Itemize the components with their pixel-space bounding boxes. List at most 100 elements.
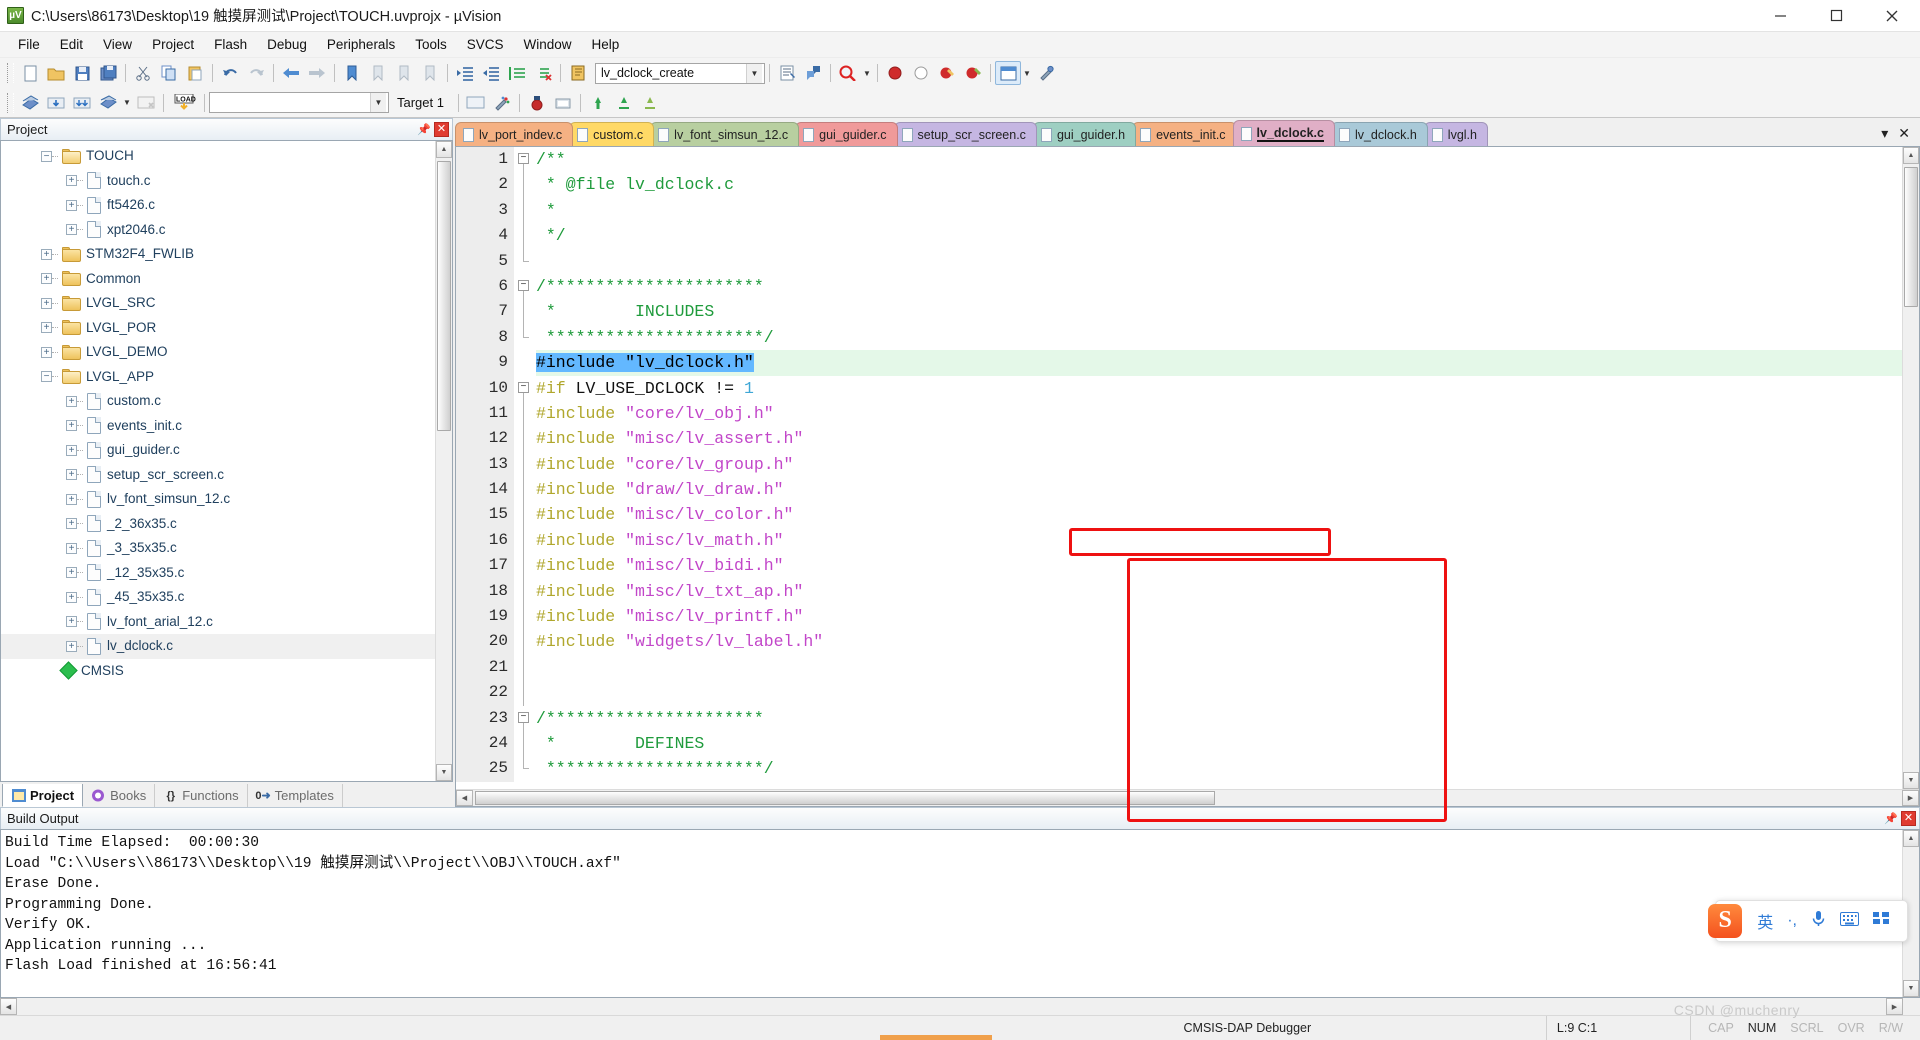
tree-item-gui-guider-c[interactable]: + gui_guider.c <box>1 438 435 463</box>
tree-item-lvgl-src[interactable]: + LVGL_SRC <box>1 291 435 316</box>
code-line[interactable]: 9 #include "lv_dclock.h" <box>456 350 1902 376</box>
comment-icon[interactable] <box>504 61 530 85</box>
close-button[interactable] <box>1864 0 1920 32</box>
scroll-thumb[interactable] <box>437 161 451 431</box>
tree-item-lv-font-arial-12-c[interactable]: + lv_font_arial_12.c <box>1 610 435 635</box>
tree-item-lv-font-simsun-12-c[interactable]: + lv_font_simsun_12.c <box>1 487 435 512</box>
apps-icon[interactable] <box>1866 911 1897 931</box>
tree-item-touch[interactable]: − TOUCH <box>1 144 435 169</box>
menu-peripherals[interactable]: Peripherals <box>317 34 405 55</box>
fold-column[interactable] <box>514 324 536 351</box>
menu-help[interactable]: Help <box>582 34 630 55</box>
fold-column[interactable] <box>514 730 536 757</box>
redo-icon[interactable] <box>243 61 269 85</box>
code-line[interactable]: 13 #include "core/lv_group.h" <box>456 451 1902 478</box>
tree-item-setup-scr-screen-c[interactable]: + setup_scr_screen.c <box>1 463 435 488</box>
fold-column[interactable] <box>514 604 536 630</box>
browse-code-icon[interactable] <box>565 61 591 85</box>
code-text[interactable] <box>536 655 1902 680</box>
bookmark-next-icon[interactable] <box>391 61 417 85</box>
code-text[interactable]: #include "core/lv_obj.h" <box>536 401 1902 426</box>
code-text[interactable]: #if LV_USE_DCLOCK != 1 <box>536 376 1902 401</box>
tree-item-lvgl-por[interactable]: + LVGL_POR <box>1 316 435 341</box>
fold-collapse-icon[interactable]: − <box>518 279 529 291</box>
code-text[interactable]: * <box>536 198 1902 223</box>
build-output-text[interactable]: Build Time Elapsed: 00:00:30 Load "C:\\Us… <box>1 830 1902 997</box>
tree-item-common[interactable]: + Common <box>1 267 435 292</box>
code-line[interactable]: 15 #include "misc/lv_color.h" <box>456 502 1902 528</box>
code-line[interactable]: 10− #if LV_USE_DCLOCK != 1 <box>456 375 1902 401</box>
fold-column[interactable] <box>514 248 536 274</box>
expand-icon[interactable]: + <box>41 273 52 285</box>
code-text[interactable]: #include "misc/lv_math.h" <box>536 528 1902 553</box>
ime-punctuation[interactable]: ·, <box>1780 912 1804 930</box>
ime-toolbar[interactable]: S 英 ·, <box>1708 900 1908 942</box>
fold-column[interactable] <box>514 426 536 452</box>
tab-templates[interactable]: 0 ➜ Templates <box>248 784 343 807</box>
expand-icon[interactable]: + <box>66 542 77 554</box>
chevron-down-icon[interactable]: ▼ <box>370 93 386 112</box>
expand-icon[interactable]: + <box>66 616 77 628</box>
code-line[interactable]: 1−/** <box>456 147 1902 173</box>
editor-tab-events-init-c[interactable]: events_init.c <box>1132 122 1237 146</box>
tab-books[interactable]: Books <box>83 784 156 807</box>
bookmark-clear-icon[interactable] <box>417 61 443 85</box>
project-tree-scrollbar[interactable]: ▲ ▼ <box>435 141 452 781</box>
tree-item-lvgl-demo[interactable]: + LVGL_DEMO <box>1 340 435 365</box>
tree-item--12-35x35-c[interactable]: + _12_35x35.c <box>1 561 435 586</box>
fold-column[interactable] <box>514 223 536 249</box>
tree-item-events-init-c[interactable]: + events_init.c <box>1 414 435 439</box>
fold-column[interactable] <box>514 578 536 605</box>
download-icon[interactable]: LOAD <box>168 91 200 115</box>
fold-column[interactable] <box>514 197 536 224</box>
tree-item-lvgl-app[interactable]: − LVGL_APP <box>1 365 435 390</box>
uncomment-icon[interactable] <box>530 61 556 85</box>
code-line[interactable]: 12 #include "misc/lv_assert.h" <box>456 426 1902 452</box>
layout-dropdown-icon[interactable]: ▼ <box>1021 61 1033 85</box>
options-target-icon[interactable] <box>463 91 489 115</box>
tab-functions[interactable]: {} Functions <box>155 784 248 807</box>
code-line[interactable]: 22 <box>456 680 1902 706</box>
scroll-up-arrow[interactable]: ▲ <box>1903 147 1919 164</box>
code-line[interactable]: 11 #include "core/lv_obj.h" <box>456 400 1902 427</box>
step-over-icon[interactable] <box>637 91 663 115</box>
menu-flash[interactable]: Flash <box>204 34 257 55</box>
fold-column[interactable] <box>514 553 536 579</box>
code-text[interactable]: */ <box>536 223 1902 248</box>
code-line[interactable]: 14 #include "draw/lv_draw.h" <box>456 477 1902 503</box>
insert-bookmark-icon[interactable] <box>774 61 800 85</box>
editor-tab-lv-font-simsun-12-c[interactable]: lv_font_simsun_12.c <box>650 122 800 146</box>
expand-icon[interactable]: + <box>66 640 77 652</box>
fold-column[interactable] <box>514 527 536 554</box>
scroll-left-arrow[interactable]: ◀ <box>0 998 17 1015</box>
microphone-icon[interactable] <box>1804 910 1833 932</box>
code-text[interactable]: **********************/ <box>536 325 1902 350</box>
scroll-down-arrow[interactable]: ▼ <box>436 764 452 781</box>
bookmark-toggle-icon[interactable] <box>339 61 365 85</box>
code-text[interactable]: #include "misc/lv_txt_ap.h" <box>536 579 1902 604</box>
editor-tab-gui-guider-h[interactable]: gui_guider.h <box>1032 122 1137 146</box>
copy-icon[interactable] <box>156 61 182 85</box>
toolbar-grip[interactable] <box>7 63 14 83</box>
fold-column[interactable] <box>514 350 536 376</box>
tree-item-xpt2046-c[interactable]: + xpt2046.c <box>1 218 435 243</box>
keyboard-icon[interactable] <box>1833 911 1866 931</box>
code-text[interactable]: * DEFINES <box>536 731 1902 756</box>
code-line[interactable]: 23−/********************** <box>456 705 1902 731</box>
code-line[interactable]: 18 #include "misc/lv_txt_ap.h" <box>456 578 1902 605</box>
tree-item-lv-dclock-c[interactable]: + lv_dclock.c <box>1 634 435 659</box>
start-debug-icon[interactable] <box>524 91 550 115</box>
scroll-track[interactable] <box>17 998 1886 1015</box>
tree-item--2-36x35-c[interactable]: + _2_36x35.c <box>1 512 435 537</box>
disable-all-breakpoints-icon[interactable] <box>960 61 986 85</box>
bookmark-prev-icon[interactable] <box>365 61 391 85</box>
indent-icon[interactable] <box>452 61 478 85</box>
function-combo[interactable]: lv_dclock_create ▼ <box>595 62 765 84</box>
paste-icon[interactable] <box>182 61 208 85</box>
menu-debug[interactable]: Debug <box>257 34 317 55</box>
fold-column[interactable] <box>514 756 536 782</box>
code-text[interactable]: #include "misc/lv_printf.h" <box>536 604 1902 629</box>
expand-icon[interactable]: + <box>66 395 77 407</box>
rebuild-icon[interactable] <box>69 91 95 115</box>
menu-view[interactable]: View <box>93 34 142 55</box>
